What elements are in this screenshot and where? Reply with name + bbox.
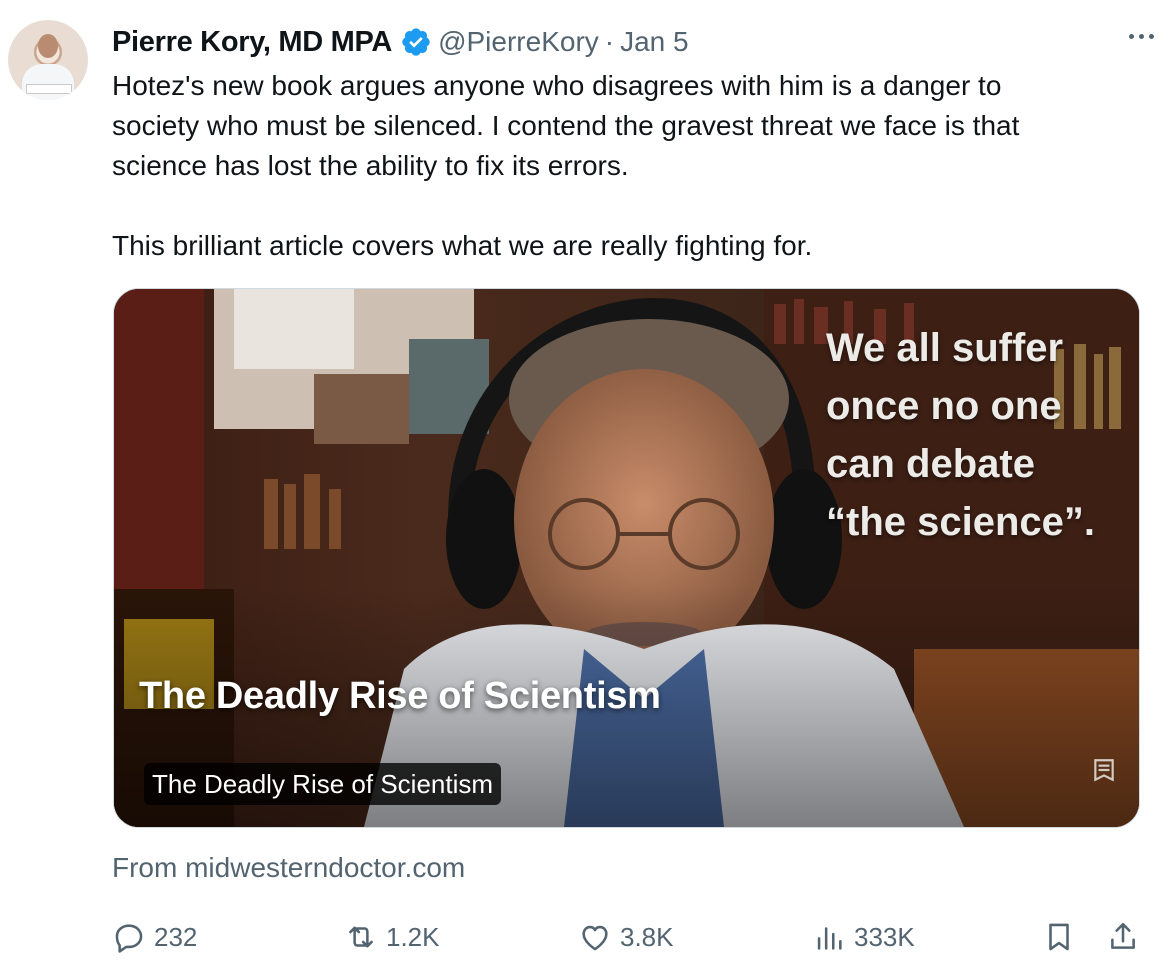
card-title-label[interactable]: The Deadly Rise of Scientism bbox=[144, 763, 502, 805]
reply-button[interactable]: 232 bbox=[112, 914, 197, 960]
tweet-header: Pierre Kory, MD MPA @PierreKory · Jan 5 bbox=[112, 20, 1150, 64]
tweet-date[interactable]: Jan 5 bbox=[620, 26, 689, 58]
link-card[interactable]: We all suffer once no one can debate “th… bbox=[113, 288, 1140, 828]
card-source[interactable]: From midwesterndoctor.com bbox=[112, 852, 465, 884]
bookmark-button[interactable] bbox=[1042, 914, 1084, 960]
more-dot bbox=[1138, 33, 1144, 39]
card-quote-overlay: We all suffer once no one can debate “th… bbox=[826, 326, 1096, 544]
views-button[interactable]: 333K bbox=[812, 914, 915, 960]
avatar-nameplate bbox=[26, 84, 72, 94]
more-dot bbox=[1148, 33, 1154, 39]
author-name[interactable]: Pierre Kory, MD MPA bbox=[112, 26, 392, 59]
repost-count: 1.2K bbox=[386, 921, 440, 952]
views-count: 333K bbox=[854, 921, 915, 952]
like-count: 3.8K bbox=[620, 921, 674, 952]
bookmark-icon bbox=[1049, 923, 1069, 951]
share-button[interactable] bbox=[1106, 914, 1148, 960]
article-icon bbox=[1094, 759, 1114, 782]
avatar-head bbox=[38, 34, 58, 58]
views-chart-icon bbox=[817, 927, 842, 950]
like-button[interactable]: 3.8K bbox=[578, 914, 674, 960]
tweet-text: Hotez's new book argues anyone who disag… bbox=[112, 70, 1020, 261]
avatar-coat bbox=[22, 64, 74, 100]
reply-count: 232 bbox=[154, 921, 198, 952]
repost-button[interactable]: 1.2K bbox=[344, 914, 440, 960]
verified-badge-icon[interactable] bbox=[400, 26, 432, 58]
repost-icon bbox=[349, 926, 373, 948]
reply-icon bbox=[115, 924, 143, 953]
tweet-actions: 232 1.2K 3.8K 333K bbox=[112, 914, 1142, 960]
more-options-icon[interactable] bbox=[1124, 26, 1158, 46]
card-title-overlay: The Deadly Rise of Scientism bbox=[139, 675, 661, 717]
user-avatar[interactable] bbox=[8, 20, 88, 100]
heart-icon bbox=[582, 925, 608, 951]
separator-dot: · bbox=[604, 26, 615, 57]
author-handle[interactable]: @PierreKory bbox=[438, 26, 599, 58]
share-icon bbox=[1111, 922, 1135, 949]
more-dot bbox=[1128, 33, 1134, 39]
